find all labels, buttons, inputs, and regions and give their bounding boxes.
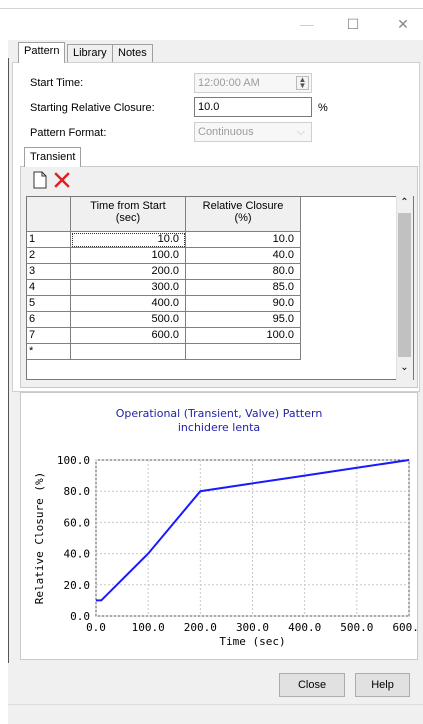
cell-time[interactable]: 200.0 (71, 264, 186, 280)
start-time-value: 12:00:00 AM (198, 77, 260, 89)
row-index[interactable]: 1 (27, 232, 71, 248)
cell-closure[interactable]: 10.0 (186, 232, 301, 248)
header-closure-line2: (%) (234, 212, 252, 224)
cell-closure[interactable]: 90.0 (186, 296, 301, 312)
starting-closure-unit: % (318, 102, 328, 114)
delete-x-icon[interactable] (54, 171, 70, 189)
tab-pattern[interactable]: Pattern (18, 42, 66, 63)
starting-closure-input[interactable]: 10.0 (194, 97, 312, 117)
row-index[interactable]: 5 (27, 296, 71, 312)
starting-closure-label: Starting Relative Closure: (30, 102, 155, 114)
pattern-format-label: Pattern Format: (30, 127, 107, 139)
x-tick-label: 200.0 (184, 621, 217, 634)
cell-time[interactable]: 100.0 (71, 248, 186, 264)
row-index[interactable]: * (27, 344, 71, 360)
help-button[interactable]: Help (355, 673, 410, 697)
cell-time[interactable]: 600.0 (71, 328, 186, 344)
x-tick-label: 100.0 (132, 621, 165, 634)
y-tick-label: 80.0 (64, 485, 91, 498)
cell-closure[interactable]: 100.0 (186, 328, 301, 344)
cell-closure[interactable]: 40.0 (186, 248, 301, 264)
scroll-up-icon[interactable]: ⌃ (398, 197, 411, 211)
header-time-line1: Time from Start (90, 200, 166, 212)
cell-time[interactable]: 10.0 (71, 232, 186, 248)
row-index[interactable]: 2 (27, 248, 71, 264)
status-bar (8, 704, 423, 724)
cell-time[interactable]: 400.0 (71, 296, 186, 312)
row-index[interactable]: 4 (27, 280, 71, 296)
header-time-line2: (sec) (115, 212, 141, 224)
tab-transient[interactable]: Transient (24, 147, 82, 167)
cell-closure[interactable]: 80.0 (186, 264, 301, 280)
grid-header-time[interactable]: Time from Start (sec) (71, 197, 186, 232)
scroll-down-icon[interactable]: ⌄ (398, 362, 411, 376)
cell-time[interactable] (71, 344, 186, 360)
start-time-field[interactable]: 12:00:00 AM ▲ ▼ (194, 73, 312, 93)
closure-chart: 0.020.040.060.080.0100.00.0 100.0 200.0 300… (33, 454, 418, 648)
maximize-button[interactable]: ☐ (338, 14, 368, 34)
chevron-down-icon: ⌵ (296, 126, 305, 138)
cell-time[interactable]: 300.0 (71, 280, 186, 296)
row-index[interactable]: 3 (27, 264, 71, 280)
time-spin-button[interactable]: ▲ ▼ (296, 76, 309, 90)
y-tick-label: 40.0 (64, 548, 91, 561)
y-tick-label: 20.0 (64, 579, 91, 592)
minimize-icon: — (300, 16, 314, 32)
x-tick-label: 600.0 (392, 621, 418, 634)
pattern-format-select[interactable]: Continuous ⌵ (194, 122, 312, 142)
x-tick-label: 0.0 (86, 621, 106, 634)
y-axis-label: Relative Closure (%) (33, 472, 46, 604)
maximize-icon: ☐ (346, 16, 360, 32)
y-tick-label: 100.0 (57, 454, 90, 467)
header-closure-line1: Relative Closure (202, 200, 284, 212)
cell-closure[interactable]: 85.0 (186, 280, 301, 296)
tab-notes[interactable]: Notes (112, 44, 153, 62)
titlebar-divider (0, 8, 423, 9)
close-button[interactable]: Close (279, 673, 345, 697)
start-time-label: Start Time: (30, 77, 84, 89)
x-tick-label: 300.0 (236, 621, 269, 634)
cell-time[interactable]: 500.0 (71, 312, 186, 328)
dialog-left-border (8, 58, 9, 663)
new-document-icon[interactable] (32, 171, 48, 189)
x-tick-label: 500.0 (340, 621, 373, 634)
grid-corner (27, 197, 71, 232)
cell-closure[interactable] (186, 344, 301, 360)
x-tick-label: 400.0 (288, 621, 321, 634)
pattern-format-value: Continuous (198, 126, 254, 138)
x-axis-label: Time (sec) (219, 635, 285, 648)
pattern-grid[interactable]: Time from Start (sec) Relative Closure (… (26, 196, 414, 380)
tab-library[interactable]: Library (67, 44, 113, 62)
close-icon: ✕ (397, 16, 409, 32)
y-tick-label: 60.0 (64, 516, 91, 529)
grid-header-closure[interactable]: Relative Closure (%) (186, 197, 301, 232)
close-window-button[interactable]: ✕ (388, 14, 418, 34)
grid-scroll-thumb[interactable] (398, 213, 411, 357)
minimize-button[interactable]: — (292, 14, 322, 34)
row-index[interactable]: 7 (27, 328, 71, 344)
row-index[interactable]: 6 (27, 312, 71, 328)
starting-closure-value: 10.0 (198, 101, 220, 113)
cell-closure[interactable]: 95.0 (186, 312, 301, 328)
